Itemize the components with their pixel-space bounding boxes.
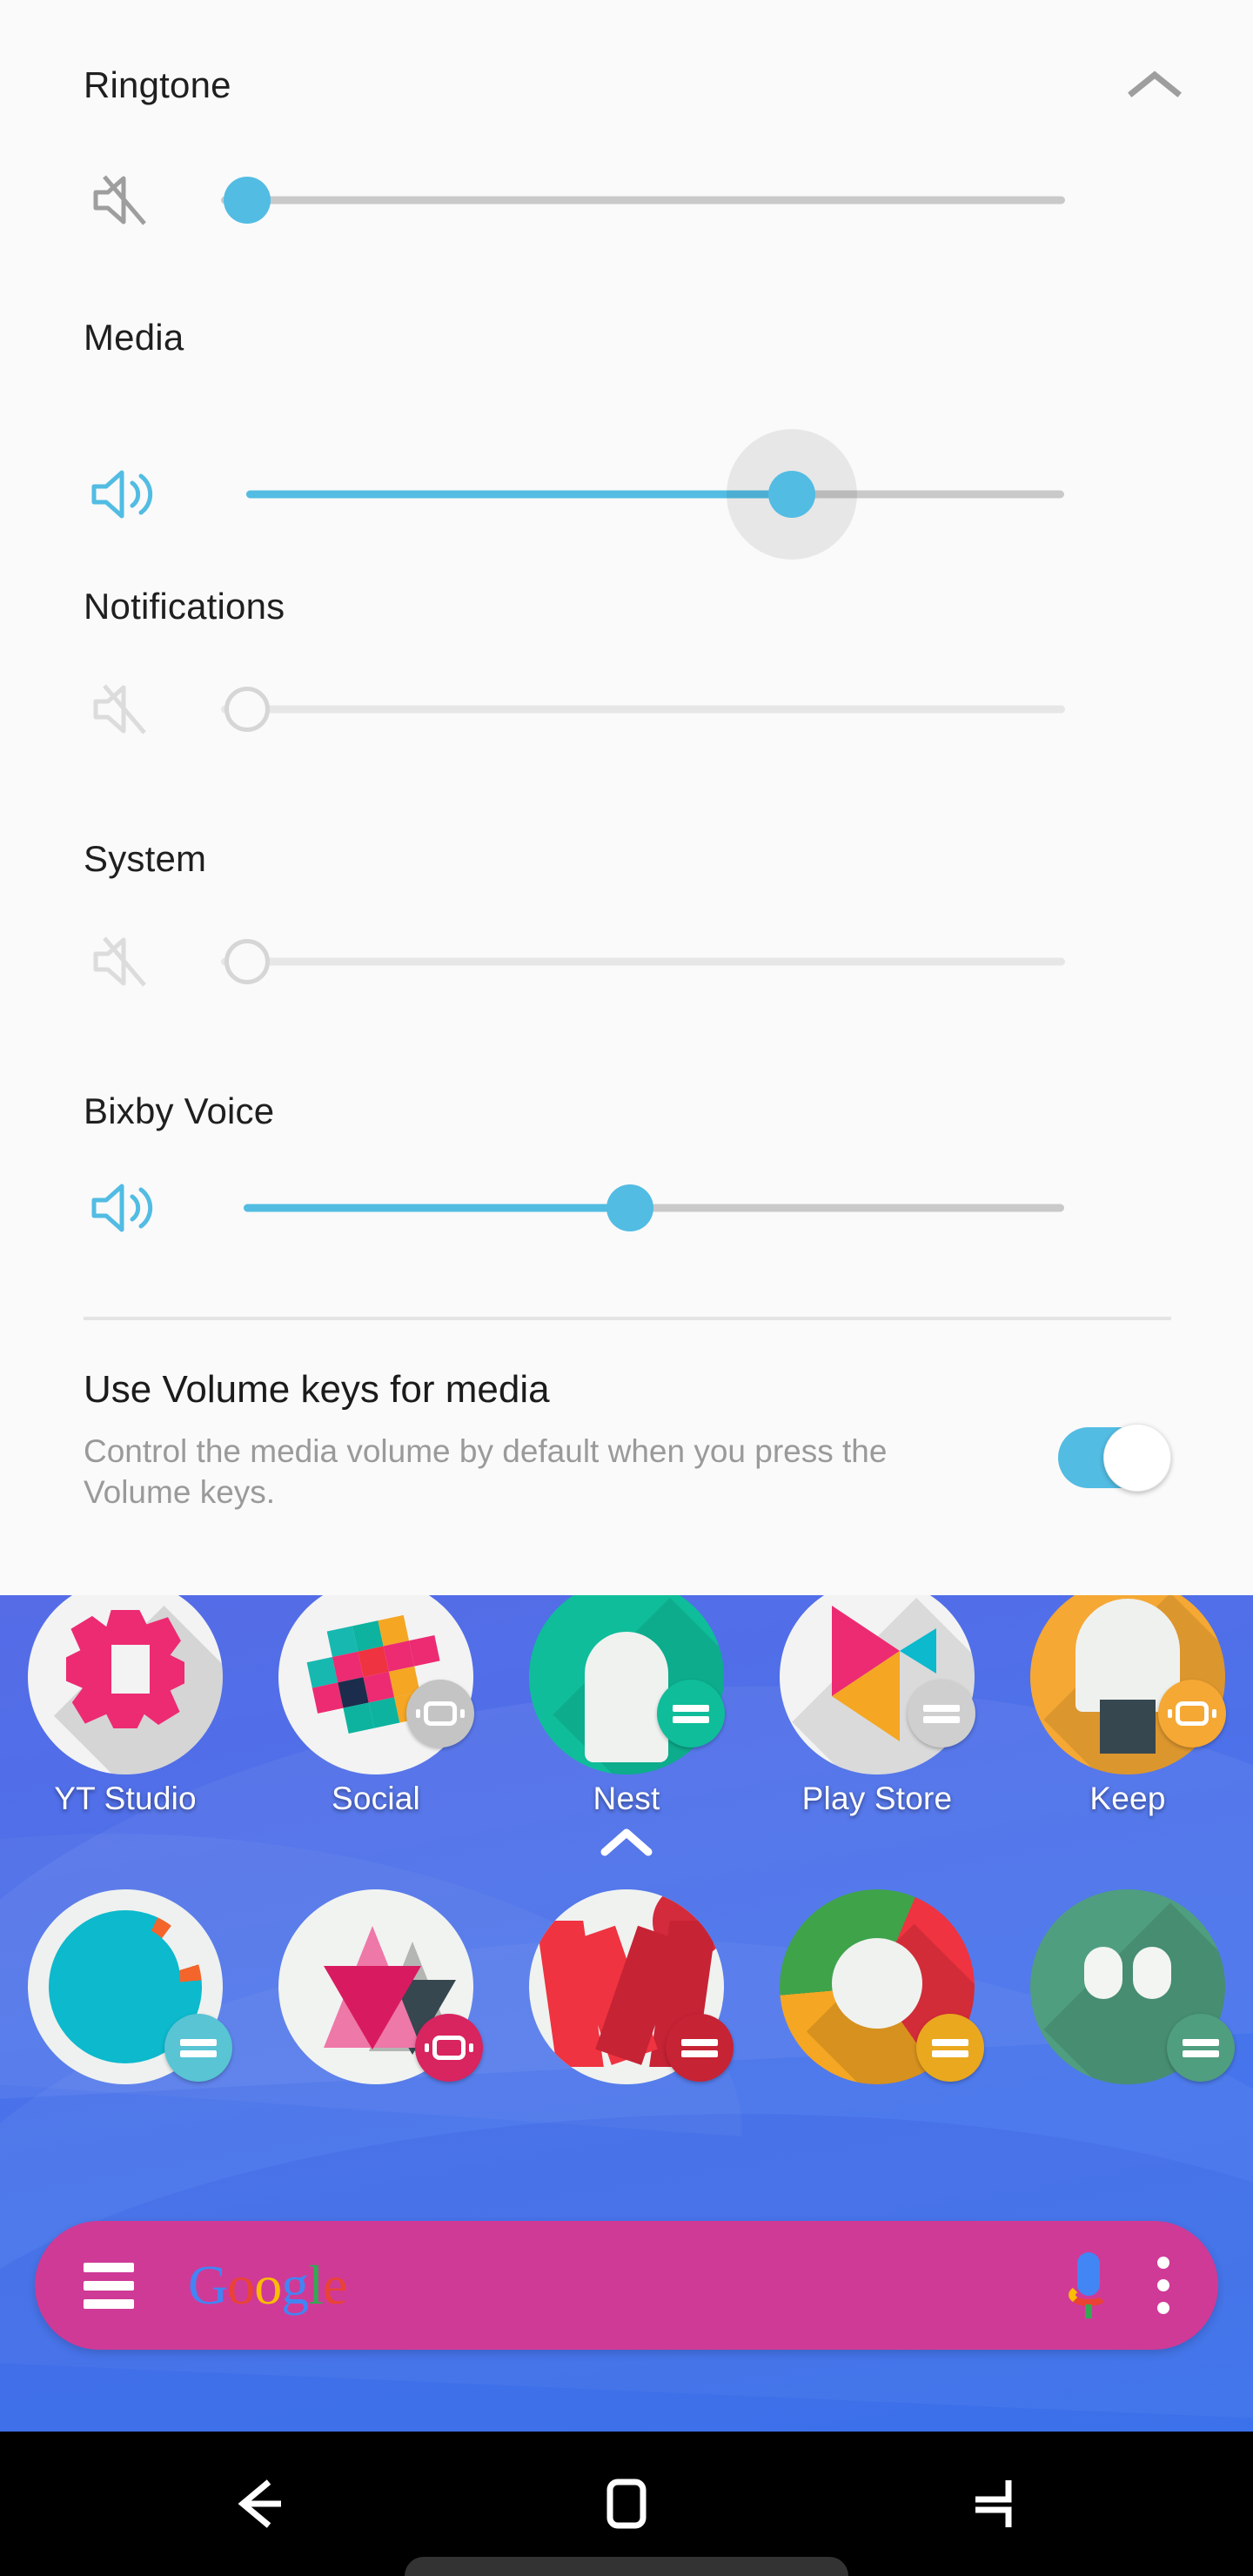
slider-fill: [244, 1204, 630, 1212]
app-label: YT Studio: [54, 1781, 197, 1816]
navigation-bar: [0, 2432, 1253, 2576]
dock-item-5[interactable]: [1002, 1887, 1253, 2087]
nav-back-button[interactable]: [200, 2470, 322, 2538]
nav-recents-button[interactable]: [931, 2470, 1053, 2538]
more-vertical-icon[interactable]: [1157, 2246, 1169, 2324]
microphone-icon[interactable]: [1069, 2252, 1109, 2318]
volume-muted-icon: [93, 175, 146, 225]
badge-silent-icon: [916, 2014, 984, 2082]
dock-item-3[interactable]: [501, 1887, 752, 2087]
dock-item-2[interactable]: [251, 1887, 501, 2087]
app-icon-wrap[interactable]: [276, 1577, 476, 1777]
badge-silent-icon: [1167, 2014, 1235, 2082]
slider-system[interactable]: [0, 922, 1253, 1001]
app-icon-wrap[interactable]: [777, 1577, 977, 1777]
slider-thumb[interactable]: [224, 177, 271, 224]
badge-silent-icon: [908, 1680, 975, 1748]
slider-thumb[interactable]: [768, 471, 815, 518]
google-search-bar[interactable]: Google: [35, 2221, 1218, 2350]
volume-muted-icon: [93, 936, 146, 987]
slider-media[interactable]: [0, 429, 1253, 560]
slider-label-media: Media: [84, 317, 184, 358]
collapse-chevron-up-icon[interactable]: [1128, 68, 1182, 99]
app-item-yt-studio[interactable]: YT Studio: [0, 1577, 251, 1817]
dock-icon-wrap[interactable]: [777, 1887, 984, 2087]
app-icon-wrap[interactable]: [1028, 1577, 1228, 1777]
hamburger-menu-icon[interactable]: [84, 2254, 134, 2318]
badge-silent-icon: [666, 2014, 734, 2082]
slider-label-ringtone: Ringtone: [84, 64, 231, 105]
app-icon-wrap[interactable]: [25, 1577, 225, 1777]
slider-label-notifications: Notifications: [84, 586, 285, 627]
section-divider: [84, 1317, 1171, 1320]
slider-label-bixby-voice: Bixby Voice: [84, 1090, 275, 1131]
slider-thumb[interactable]: [224, 939, 270, 984]
app-label: Social: [332, 1781, 420, 1816]
dock-icon-wrap[interactable]: [276, 1887, 483, 2087]
slider-thumb[interactable]: [224, 687, 270, 732]
dock-icon-wrap[interactable]: [25, 1887, 232, 2087]
google-logo: Google: [188, 2254, 347, 2316]
volume-muted-icon: [93, 684, 146, 735]
setting-title: Use Volume keys for media: [84, 1368, 550, 1411]
badge-vibrate-icon: [406, 1680, 474, 1748]
app-item-nest[interactable]: Nest: [501, 1577, 752, 1817]
badge-vibrate-icon: [415, 2014, 483, 2082]
volume-high-icon: [91, 470, 153, 519]
dock-icon-wrap[interactable]: [526, 1887, 734, 2087]
dock-item-4[interactable]: [752, 1887, 1002, 2087]
dock-row: [0, 1887, 1253, 2087]
back-arrow-icon: [238, 2479, 281, 2528]
toggle-knob[interactable]: [1103, 1424, 1171, 1492]
app-label: Play Store: [801, 1781, 953, 1816]
slider-track[interactable]: [221, 705, 1065, 714]
slider-ringtone[interactable]: [0, 161, 1253, 239]
slider-bixby-voice[interactable]: [0, 1169, 1253, 1247]
app-item-play-store[interactable]: Play Store: [752, 1577, 1002, 1817]
gesture-handle: [405, 2557, 848, 2576]
app-item-social[interactable]: Social: [251, 1577, 501, 1817]
home-square-icon: [606, 2479, 647, 2529]
recents-icon: [975, 2480, 1012, 2527]
volume-panel: Ringtone Media Notifications System Bixb…: [0, 0, 1253, 1595]
screen: YT Studio Social Nest Play Store Keep Go…: [0, 0, 1253, 2576]
yt-studio-icon: [28, 1580, 223, 1774]
app-drawer-chevron-up-icon[interactable]: [600, 1826, 653, 1857]
use-volume-keys-toggle[interactable]: [1058, 1424, 1171, 1492]
nav-home-button[interactable]: [566, 2470, 687, 2538]
app-item-keep[interactable]: Keep: [1002, 1577, 1253, 1817]
slider-track[interactable]: [221, 196, 1065, 205]
slider-track[interactable]: [221, 957, 1065, 966]
badge-silent-icon: [164, 2014, 232, 2082]
slider-label-system: System: [84, 838, 207, 879]
volume-high-icon: [91, 1184, 153, 1232]
app-label: Nest: [593, 1781, 660, 1816]
setting-description: Control the media volume by default when…: [84, 1433, 888, 1511]
slider-thumb[interactable]: [606, 1184, 653, 1231]
slider-fill: [246, 490, 792, 499]
app-label: Keep: [1089, 1781, 1166, 1816]
dock-icon-wrap[interactable]: [1028, 1887, 1235, 2087]
badge-vibrate-icon: [1158, 1680, 1226, 1748]
slider-notifications[interactable]: [0, 670, 1253, 748]
app-icon-wrap[interactable]: [526, 1577, 727, 1777]
dock-item-1[interactable]: [0, 1887, 251, 2087]
app-row: YT Studio Social Nest Play Store Keep: [0, 1577, 1253, 1817]
badge-silent-icon: [657, 1680, 725, 1748]
